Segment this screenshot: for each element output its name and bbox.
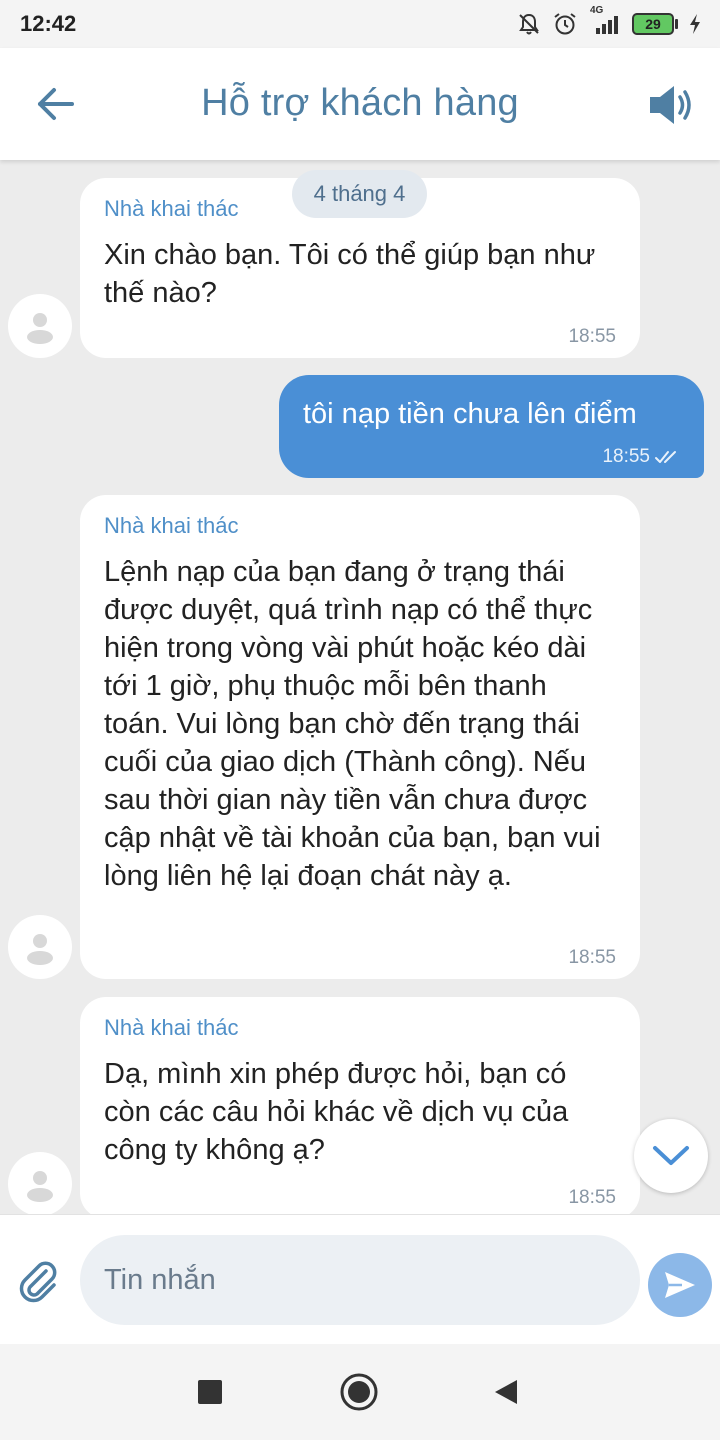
recents-square-icon	[198, 1380, 222, 1404]
system-nav-bar	[0, 1344, 720, 1440]
message-input[interactable]	[80, 1235, 640, 1325]
message-time: 18:55	[568, 947, 616, 968]
home-button[interactable]	[339, 1372, 379, 1412]
page-title: Hỗ trợ khách hàng	[201, 82, 519, 124]
battery-icon: 29	[632, 13, 678, 35]
avatar[interactable]	[8, 1152, 72, 1214]
message-composer	[0, 1214, 720, 1344]
message-bubble-incoming[interactable]: Nhà khai thác Lệnh nạp của bạn đang ở tr…	[80, 495, 640, 979]
alarm-icon	[552, 11, 578, 37]
message-time: 18:55	[568, 326, 616, 347]
chat-area[interactable]: 4 tháng 4 Nhà khai thác Xin chào bạn. Tô…	[0, 160, 720, 1214]
chevron-down-icon	[653, 1146, 689, 1165]
message-sender: Nhà khai thác	[104, 513, 239, 538]
paperclip-icon	[19, 1261, 57, 1303]
message-text: Lệnh nạp của bạn đang ở trạng thái được …	[104, 556, 601, 892]
message-bubble-outgoing[interactable]: tôi nạp tiền chưa lên điểm 18:55	[279, 375, 704, 478]
sound-button[interactable]	[646, 82, 698, 128]
app-header: Hỗ trợ khách hàng	[0, 48, 720, 160]
message-meta: 18:55	[602, 446, 680, 468]
status-bar: 12:42 4G 29	[0, 0, 720, 48]
battery-level: 29	[632, 13, 674, 35]
back-triangle-icon	[495, 1380, 517, 1404]
message-text: Dạ, mình xin phép được hỏi, bạn có còn c…	[104, 1058, 569, 1166]
send-icon	[665, 1272, 695, 1298]
scroll-down-button[interactable]	[634, 1119, 708, 1193]
speaker-icon	[650, 86, 691, 124]
date-chip: 4 tháng 4	[292, 170, 427, 218]
status-icons: 4G 29	[516, 5, 702, 37]
attach-button[interactable]	[16, 1259, 62, 1305]
user-avatar-icon	[27, 934, 53, 965]
charging-icon	[688, 13, 702, 35]
home-circle-icon	[340, 1373, 378, 1411]
avatar[interactable]	[8, 915, 72, 979]
message-time: 18:55	[602, 446, 650, 467]
message-text: tôi nạp tiền chưa lên điểm	[303, 398, 637, 430]
message-bubble-incoming[interactable]: Nhà khai thác Dạ, mình xin phép được hỏi…	[80, 997, 640, 1214]
avatar[interactable]	[8, 294, 72, 358]
system-back-button[interactable]	[486, 1372, 526, 1412]
user-avatar-icon	[27, 1171, 53, 1202]
bell-off-icon	[516, 11, 542, 37]
network-type: 4G	[590, 5, 604, 16]
user-avatar-icon	[27, 313, 53, 344]
signal-icon: 4G	[588, 5, 622, 37]
message-time: 18:55	[568, 1187, 616, 1208]
status-time: 12:42	[20, 11, 77, 36]
send-button[interactable]	[648, 1253, 712, 1317]
recents-button[interactable]	[190, 1372, 230, 1412]
message-sender: Nhà khai thác	[104, 1015, 239, 1040]
message-text: Xin chào bạn. Tôi có thể giúp bạn như th…	[104, 239, 596, 309]
double-check-icon	[655, 451, 676, 463]
